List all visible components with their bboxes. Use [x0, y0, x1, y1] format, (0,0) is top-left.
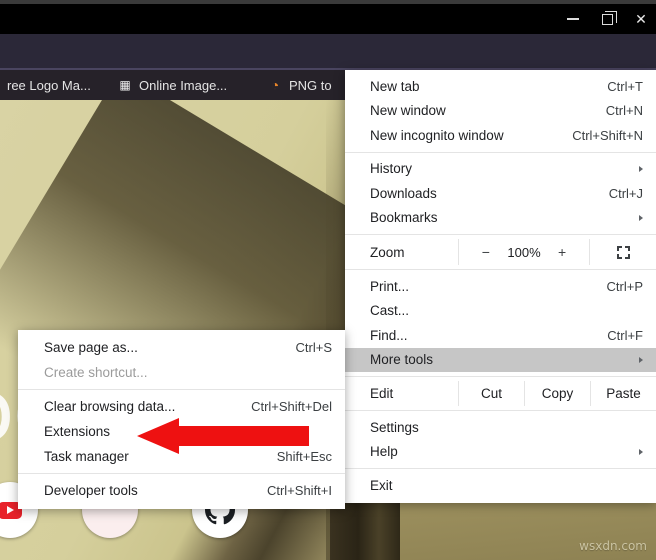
menu-item-label: Print...	[370, 278, 410, 294]
submenu-item-shortcut: Ctrl+Shift+I	[266, 483, 332, 498]
submenu-item-extensions[interactable]: Extensions	[18, 419, 345, 444]
bookmark-favicon: ◔	[270, 77, 280, 93]
menu-item-label: Bookmarks	[370, 210, 438, 226]
submenu-item-label: Clear browsing data...	[44, 399, 176, 414]
menu-item-label: New window	[370, 103, 446, 119]
menu-separator	[345, 410, 656, 411]
menu-item-downloads[interactable]: Downloads Ctrl+J	[345, 181, 656, 206]
chevron-right-icon	[639, 165, 643, 172]
submenu-item-label: Developer tools	[44, 483, 138, 498]
menu-item-new-tab[interactable]: New tab Ctrl+T	[345, 74, 656, 99]
menu-item-label: Cast...	[370, 303, 410, 319]
bookmark-item-online-image[interactable]: ▦ Online Image...	[118, 70, 227, 100]
menu-zoom-row: Zoom − 100% +	[345, 239, 656, 265]
menu-separator	[345, 468, 656, 469]
menu-item-history[interactable]: History	[345, 157, 656, 182]
paste-button[interactable]: Paste	[590, 381, 656, 406]
bookmark-label: PNG to	[289, 77, 332, 93]
watermark: wsxdn.com	[579, 539, 647, 553]
submenu-item-shortcut: Ctrl+Shift+Del	[251, 399, 332, 414]
menu-item-label: History	[370, 161, 413, 177]
menu-item-shortcut: Ctrl+P	[606, 278, 643, 294]
restore-button[interactable]	[592, 10, 622, 28]
edit-label: Edit	[370, 386, 394, 401]
menu-item-help[interactable]: Help	[345, 440, 656, 465]
bookmark-favicon: ▦	[119, 78, 131, 92]
menu-item-label: Find...	[370, 327, 408, 343]
submenu-separator	[18, 473, 345, 474]
submenu-item-label: Task manager	[44, 449, 129, 464]
chevron-right-icon	[639, 448, 643, 455]
zoom-out-button[interactable]: −	[479, 244, 492, 260]
submenu-item-create-shortcut: Create shortcut...	[18, 360, 345, 385]
submenu-item-save-page-as[interactable]: Save page as... Ctrl+S	[18, 335, 345, 360]
menu-edit-row: Edit Cut Copy Paste	[345, 381, 656, 406]
menu-item-label: Settings	[370, 419, 419, 435]
copy-button[interactable]: Copy	[524, 381, 590, 406]
menu-item-label: Help	[370, 444, 398, 460]
submenu-item-developer-tools[interactable]: Developer tools Ctrl+Shift+I	[18, 478, 345, 503]
menu-item-find[interactable]: Find... Ctrl+F	[345, 323, 656, 348]
menu-item-bookmarks[interactable]: Bookmarks	[345, 206, 656, 231]
fullscreen-icon	[616, 245, 630, 259]
fullscreen-button[interactable]	[590, 245, 656, 259]
minimize-icon	[567, 18, 579, 20]
menu-item-shortcut: Ctrl+T	[607, 78, 643, 94]
menu-separator	[345, 234, 656, 235]
submenu-item-shortcut: Shift+Esc	[276, 449, 332, 464]
menu-item-label: Exit	[370, 477, 393, 493]
restore-icon	[601, 10, 617, 25]
chevron-right-icon	[639, 214, 643, 221]
chevron-right-icon	[639, 356, 643, 363]
browser-toolbar: ☆ a ABP •••	[0, 34, 656, 103]
menu-item-exit[interactable]: Exit	[345, 473, 656, 498]
bookmark-item-free-logo-maker[interactable]: ree Logo Ma...	[0, 70, 91, 100]
submenu-item-shortcut: Ctrl+S	[295, 340, 332, 355]
menu-item-label: New incognito window	[370, 127, 504, 143]
more-tools-submenu: Save page as... Ctrl+S Create shortcut..…	[18, 330, 345, 509]
menu-item-shortcut: Ctrl+N	[605, 103, 643, 119]
menu-item-label: New tab	[370, 78, 420, 94]
zoom-controls: − 100% +	[458, 239, 590, 265]
submenu-item-label: Extensions	[44, 424, 111, 439]
menu-item-shortcut: Ctrl+F	[607, 327, 643, 343]
submenu-item-label: Save page as...	[44, 340, 138, 355]
menu-separator	[345, 269, 656, 270]
submenu-separator	[18, 389, 345, 390]
minimize-button[interactable]	[558, 10, 588, 28]
chrome-main-menu: New tab Ctrl+T New window Ctrl+N New inc…	[345, 70, 656, 503]
menu-item-new-incognito-window[interactable]: New incognito window Ctrl+Shift+N	[345, 123, 656, 148]
zoom-level-value: 100%	[507, 244, 541, 260]
bookmark-label: ree Logo Ma...	[7, 77, 91, 93]
menu-item-print[interactable]: Print... Ctrl+P	[345, 274, 656, 299]
menu-item-cast[interactable]: Cast...	[345, 299, 656, 324]
menu-item-shortcut: Ctrl+Shift+N	[572, 127, 643, 143]
menu-item-settings[interactable]: Settings	[345, 415, 656, 440]
menu-separator	[345, 151, 656, 153]
menu-item-more-tools[interactable]: More tools	[345, 347, 656, 372]
submenu-item-clear-browsing-data[interactable]: Clear browsing data... Ctrl+Shift+Del	[18, 394, 345, 419]
menu-item-shortcut: Ctrl+J	[608, 185, 643, 201]
cut-button[interactable]: Cut	[458, 381, 524, 406]
submenu-item-label: Create shortcut...	[44, 365, 148, 380]
menu-separator	[345, 376, 656, 377]
menu-item-new-window[interactable]: New window Ctrl+N	[345, 99, 656, 124]
window-top-edge	[0, 0, 656, 4]
menu-item-label: Downloads	[370, 185, 437, 201]
close-button[interactable]: ✕	[626, 10, 656, 28]
zoom-label: Zoom	[370, 244, 405, 260]
submenu-item-task-manager[interactable]: Task manager Shift+Esc	[18, 444, 345, 469]
zoom-in-button[interactable]: +	[556, 244, 569, 260]
close-icon: ✕	[635, 11, 647, 27]
menu-item-label: More tools	[370, 352, 434, 368]
bookmark-item-png-to[interactable]: ◔ PNG to	[268, 70, 332, 100]
title-bar: ✕	[0, 0, 656, 34]
bookmark-label: Online Image...	[139, 77, 228, 93]
